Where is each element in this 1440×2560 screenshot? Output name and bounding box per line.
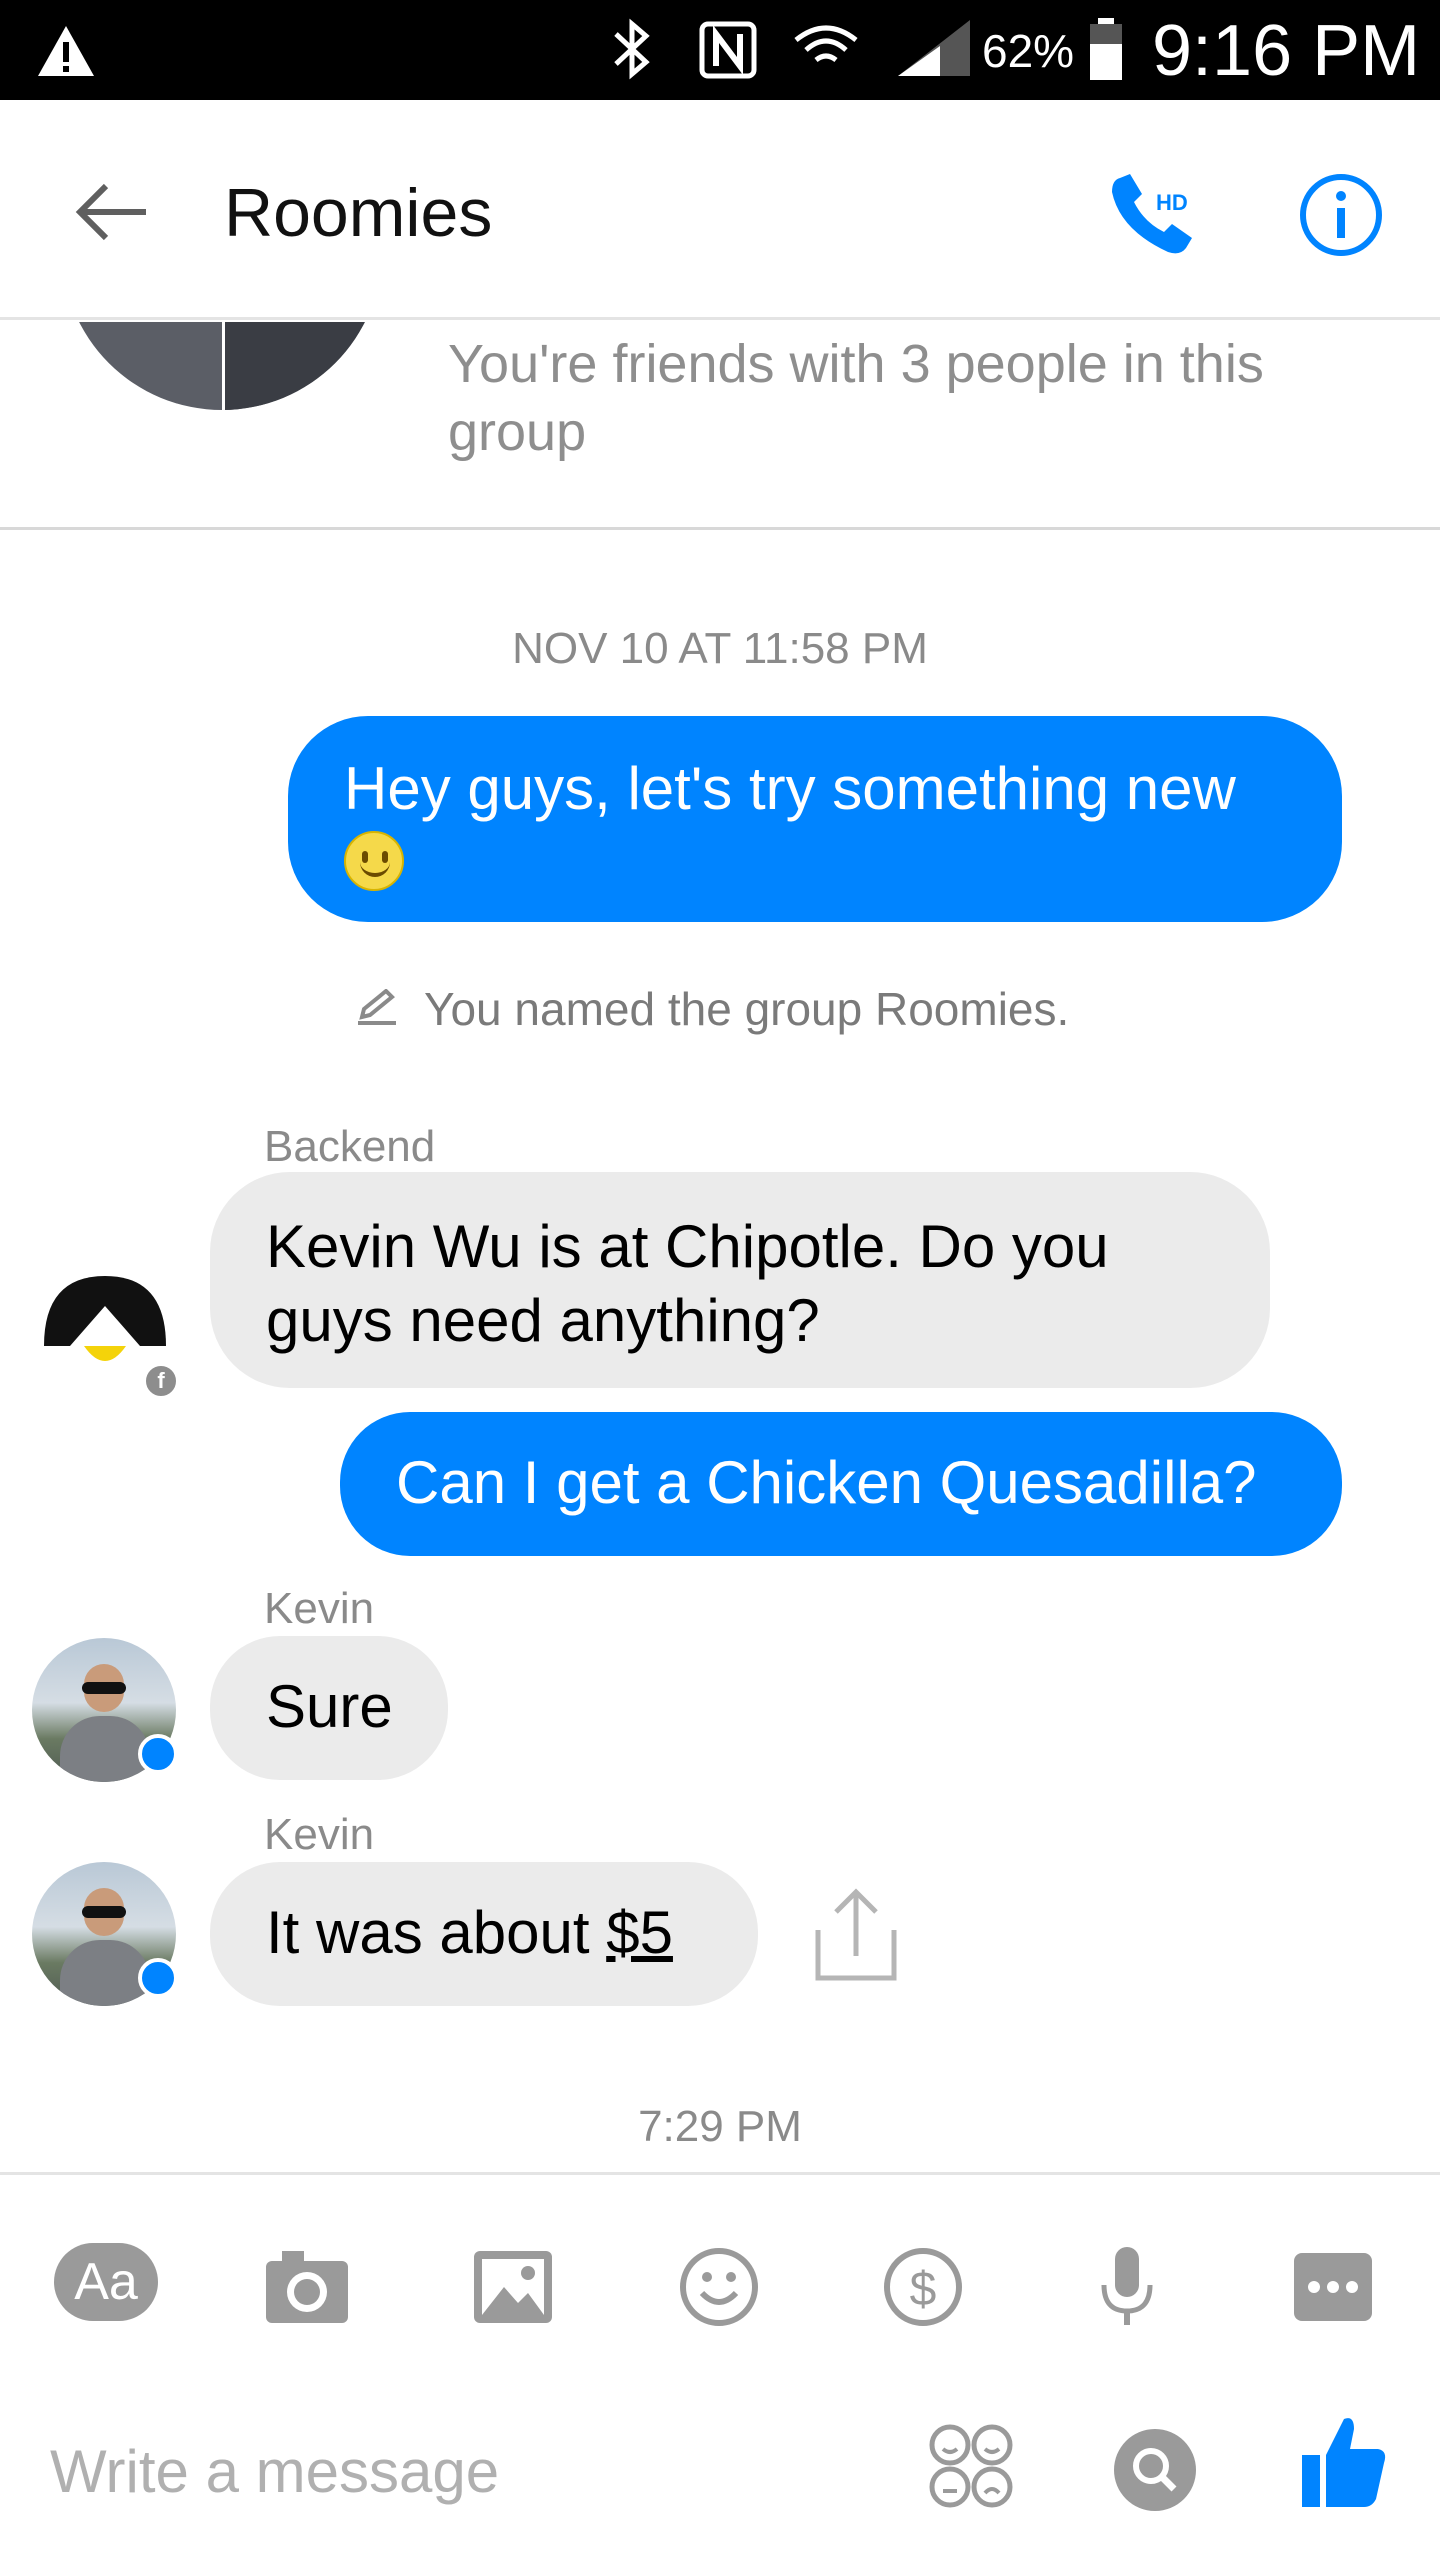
signal-icon: [898, 20, 970, 76]
group-photo: [62, 322, 382, 410]
message-bubble-incoming[interactable]: It was about $5: [210, 1862, 758, 2006]
friends-note: You're friends with 3 people in this gro…: [448, 334, 1264, 462]
more-options-icon[interactable]: [1290, 2231, 1376, 2331]
message-bubble-outgoing[interactable]: Can I get a Chicken Quesadilla?: [340, 1412, 1342, 1556]
message-text: Sure: [266, 1673, 393, 1740]
nfc-icon: [699, 21, 757, 79]
stickers-icon[interactable]: [928, 2423, 1014, 2509]
message-text: Hey guys, let's try something new: [344, 755, 1236, 822]
payment-amount-link[interactable]: $5: [606, 1899, 673, 1966]
wifi-icon: [794, 25, 858, 63]
phone-hd-icon[interactable]: HD: [1106, 166, 1202, 262]
timestamp: 7:29 PM: [638, 2102, 802, 2151]
messenger-badge-icon: [138, 1958, 178, 1998]
message-bubble-outgoing[interactable]: Hey guys, let's try something new: [288, 716, 1342, 922]
gallery-icon[interactable]: [470, 2231, 556, 2331]
pencil-icon: [358, 989, 396, 1025]
battery-percent: 62%: [982, 25, 1075, 77]
microphone-icon[interactable]: [1092, 2231, 1162, 2331]
back-arrow-icon[interactable]: [74, 180, 150, 244]
status-icons: [614, 18, 970, 80]
sender-name: Kevin: [264, 1584, 375, 1633]
message-text: It was about: [266, 1899, 607, 1966]
payment-icon[interactable]: $: [880, 2231, 966, 2331]
bluetooth-icon: [614, 18, 650, 80]
message-text: Can I get a Chicken Quesadilla?: [396, 1449, 1257, 1516]
sender-name: Backend: [264, 1122, 436, 1171]
avatar[interactable]: f: [40, 1266, 180, 1400]
emoji-icon[interactable]: [676, 2231, 762, 2331]
message-input[interactable]: [50, 2429, 870, 2513]
share-icon[interactable]: [808, 1886, 904, 1986]
hd-label: HD: [1156, 190, 1188, 215]
message-text: Kevin Wu is at Chipotle. Do you guys nee…: [266, 1213, 1109, 1354]
thumbs-up-icon[interactable]: [1298, 2411, 1388, 2511]
smile-emoji-icon: [344, 831, 404, 891]
system-note-text: You named the group Roomies.: [424, 983, 1070, 1035]
message-bubble-incoming[interactable]: Kevin Wu is at Chipotle. Do you guys nee…: [210, 1172, 1270, 1388]
avatar[interactable]: [32, 1638, 178, 1782]
battery-icon: [1090, 18, 1122, 80]
camera-icon[interactable]: [262, 2231, 352, 2331]
warning-icon: [38, 26, 94, 76]
thread-title[interactable]: Roomies: [224, 174, 492, 252]
text-format-button[interactable]: Aa: [54, 2243, 158, 2321]
sender-name: Kevin: [264, 1810, 375, 1859]
group-intro: You're friends with 3 people in this gro…: [0, 322, 1440, 530]
facebook-badge-icon: f: [142, 1362, 180, 1400]
timestamp: NOV 10 AT 11:58 PM: [512, 624, 928, 673]
avatar[interactable]: [32, 1862, 178, 2006]
thread-header: Roomies HD: [0, 100, 1440, 320]
system-note: You named the group Roomies.: [352, 982, 1069, 1036]
info-icon[interactable]: [1298, 172, 1384, 258]
status-bar: 62% 9:16 PM: [0, 0, 1440, 100]
message-bubble-incoming[interactable]: Sure: [210, 1636, 448, 1780]
svg-text:$: $: [910, 2263, 937, 2316]
status-time: 9:16 PM: [1152, 11, 1421, 91]
messenger-badge-icon: [138, 1734, 178, 1774]
composer: Aa $: [0, 2172, 1440, 2560]
search-icon[interactable]: [1114, 2429, 1196, 2511]
